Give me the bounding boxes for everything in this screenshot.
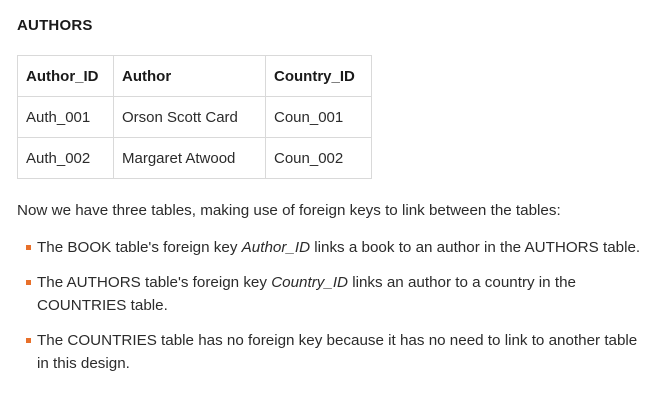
- bullet-icon: [26, 338, 31, 343]
- table-cell: Coun_002: [265, 137, 372, 179]
- table-row: Auth_002 Margaret Atwood Coun_002: [17, 137, 372, 179]
- list-item-text: links a book to an author in the AUTHORS…: [310, 239, 641, 256]
- table-cell: Auth_001: [17, 96, 114, 138]
- foreign-key-name: Country_ID: [271, 274, 349, 291]
- column-header-author-id: Author_ID: [17, 55, 114, 97]
- list-item: The AUTHORS table's foreign key Country_…: [17, 271, 653, 317]
- table-row: Auth_001 Orson Scott Card Coun_001: [17, 96, 372, 138]
- table-cell: Margaret Atwood: [113, 137, 266, 179]
- section-heading: AUTHORS: [17, 17, 93, 34]
- table-header-row: Author_ID Author Country_ID: [17, 55, 372, 97]
- bullet-icon: [26, 245, 31, 250]
- list-item-text: The BOOK table's foreign key: [37, 239, 242, 256]
- table-cell: Orson Scott Card: [113, 96, 266, 138]
- list-item-text: The COUNTRIES table has no foreign key b…: [37, 332, 638, 372]
- table-cell: Coun_001: [265, 96, 372, 138]
- bullet-icon: [26, 280, 31, 285]
- authors-table: Author_ID Author Country_ID Auth_001 Ors…: [17, 55, 372, 179]
- table-cell: Auth_002: [17, 137, 114, 179]
- list-item: The BOOK table's foreign key Author_ID l…: [17, 236, 653, 259]
- list-item: The COUNTRIES table has no foreign key b…: [17, 329, 653, 375]
- column-header-author: Author: [113, 55, 266, 97]
- column-header-country-id: Country_ID: [265, 55, 372, 97]
- intro-paragraph: Now we have three tables, making use of …: [17, 202, 561, 219]
- foreign-key-name: Author_ID: [241, 239, 311, 256]
- list-item-text: The AUTHORS table's foreign key: [37, 274, 272, 291]
- foreign-key-list: The BOOK table's foreign key Author_ID l…: [17, 236, 653, 387]
